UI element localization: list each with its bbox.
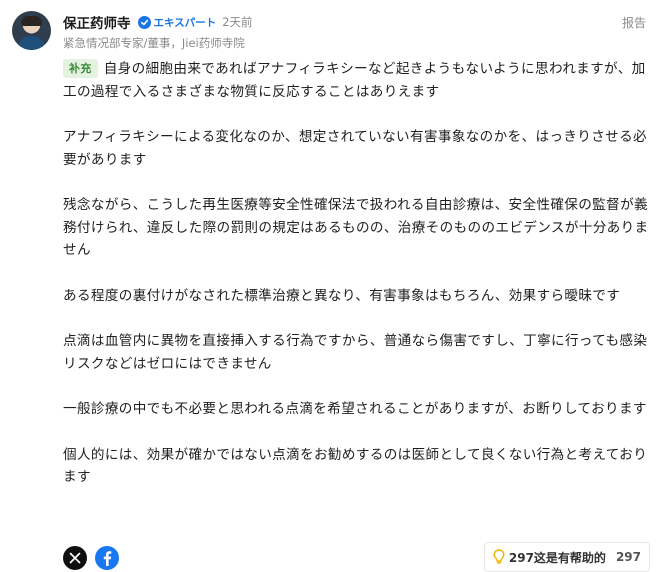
helpful-button[interactable]: 297这是有帮助的 297 <box>483 542 650 572</box>
comment-paragraph: 個人的には、効果が確かではない点滴をお勧めするのは医師として良くない行為と考えて… <box>63 446 648 486</box>
comment-paragraph: 残念ながら、こうした再生医療等安全性確保法で扱われる自由診療は、安全性確保の監督… <box>63 197 649 258</box>
author-name[interactable]: 保正药师寺 <box>63 12 131 32</box>
x-logo-icon[interactable] <box>63 546 87 570</box>
helpful-count: 297 <box>615 550 641 564</box>
author-row: 保正药师寺 エキスパート 2天前 <box>63 12 646 32</box>
author-avatar[interactable] <box>12 11 51 50</box>
comment-header: 保正药师寺 エキスパート 2天前 报告 紧急情况部专家/董事，Jiei药师寺院 <box>63 12 646 54</box>
expert-badge: エキスパート <box>137 15 217 30</box>
author-affiliation: 紧急情况部专家/董事，Jiei药师寺院 <box>63 36 245 50</box>
helpful-label: 297这是有帮助的 <box>508 550 606 565</box>
comment-paragraph: 补充 自身の細胞由来であればアナフィラキシーなど起きようもないように思われますが、… <box>63 58 649 103</box>
comment-paragraph: 点滴は血管内に異物を直接挿入する行為ですから、普通なら傷害ですし、丁寧に行っても… <box>63 333 648 372</box>
comment-body: 补充 自身の細胞由来であればアナフィラキシーなど起きようもないように思われますが、… <box>63 58 649 512</box>
paragraph-text: 自身の細胞由来であればアナフィラキシーなど起きようもないように思われますが、加工… <box>63 61 646 100</box>
supplement-tag: 补充 <box>63 59 98 78</box>
comment-paragraph: アナフィラキシーによる変化なのか、想定されていない有害事象なのかを、はっきりさせ… <box>63 129 648 168</box>
lightbulb-icon <box>493 549 505 565</box>
facebook-logo-icon[interactable] <box>95 546 119 570</box>
report-link[interactable]: 报告 <box>622 14 646 31</box>
check-badge-icon <box>137 15 151 29</box>
expert-badge-label: エキスパート <box>153 16 217 29</box>
comment-paragraph: ある程度の裏付けがなされた標準治療と異なり、有害事象はもちろん、効果すら曖昧です <box>63 287 621 304</box>
comment-paragraph: 一般診療の中でも不必要と思われる点滴を希望されることがありますが、お断りしており… <box>63 401 647 417</box>
share-bar <box>63 546 119 570</box>
post-time: 2天前 <box>222 15 253 29</box>
